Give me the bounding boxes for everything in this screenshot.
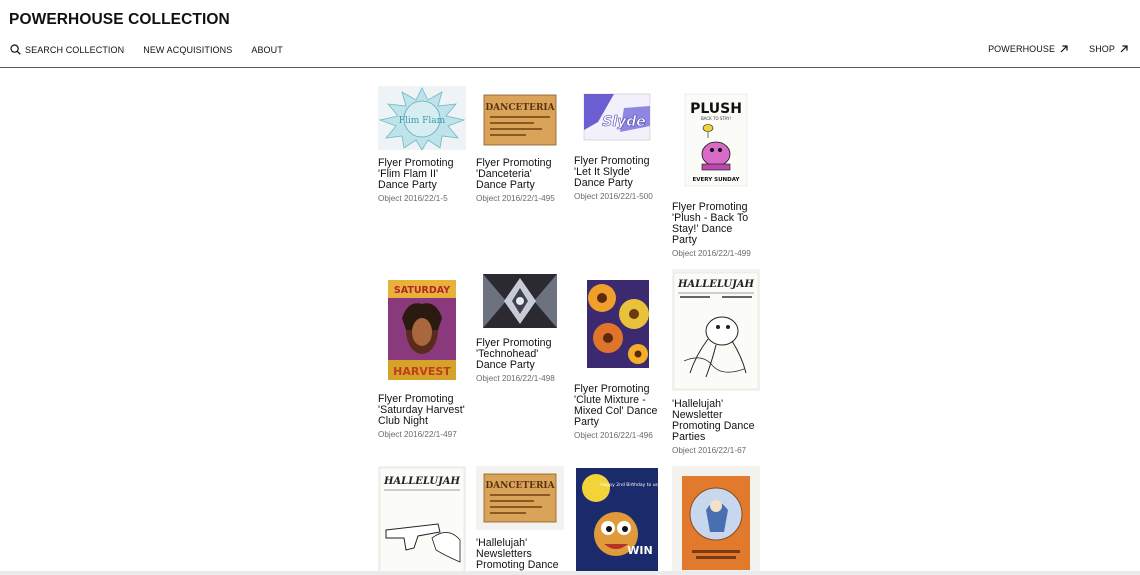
- arrow-up-right-icon: [1120, 45, 1128, 53]
- result-card[interactable]: HALLELUJAH: [378, 466, 466, 575]
- nav-label: POWERHOUSE: [988, 44, 1056, 54]
- thumb-text: PLUSH: [690, 101, 742, 117]
- thumb-text: Happy 2nd Birthday to us!: [600, 482, 660, 488]
- thumb-text: HARVEST: [393, 365, 451, 378]
- object-thumbnail[interactable]: PLUSH BACK TO STAY! EVERY SUNDAY: [672, 86, 760, 194]
- nav-powerhouse[interactable]: POWERHOUSE: [988, 44, 1068, 54]
- result-card[interactable]: HALLELUJAH 'Hallelujah' Newsletter Promo…: [672, 269, 760, 455]
- result-card[interactable]: Flim Flam Flyer Promoting 'Flim Flam II'…: [378, 86, 466, 203]
- header-divider: [0, 67, 1140, 68]
- object-title[interactable]: Flyer Promoting 'Saturday Harvest' Club …: [378, 394, 466, 427]
- thumb-text: EVERY SUNDAY: [693, 177, 741, 183]
- object-id: Object 2016/22/1-499: [672, 248, 751, 258]
- object-id: Object 2016/22/1-498: [476, 373, 555, 383]
- flyer-image: HALLELUJAH: [672, 269, 760, 391]
- object-title[interactable]: Flyer Promoting 'Plush - Back To Stay!' …: [672, 202, 760, 246]
- external-nav: POWERHOUSE SHOP: [967, 44, 1128, 54]
- viewport-edge: [0, 571, 1140, 575]
- result-card[interactable]: PLUSH BACK TO STAY! EVERY SUNDAY Flyer P…: [672, 86, 760, 258]
- result-card[interactable]: Flyer Promoting 'Clute Mixture - Mixed C…: [574, 274, 662, 440]
- flyer-image: Slyde: [574, 86, 662, 148]
- object-thumbnail[interactable]: DANCETERIA: [476, 466, 564, 530]
- object-id: Object 2016/22/1-67: [672, 445, 747, 455]
- thumb-text: SATURDAY: [394, 285, 450, 296]
- object-title[interactable]: 'Hallelujah' Newsletter Promoting Dance …: [672, 399, 760, 443]
- object-thumbnail[interactable]: DANCETERIA: [476, 86, 564, 150]
- thumb-text: HALLELUJAH: [383, 476, 461, 487]
- object-thumbnail[interactable]: SATURDAY HARVEST: [378, 274, 466, 386]
- object-title[interactable]: 'Hallelujah' Newsletters Promoting Dance…: [476, 538, 564, 575]
- flyer-image: PLUSH BACK TO STAY! EVERY SUNDAY: [672, 86, 760, 194]
- flyer-image: SATURDAY HARVEST: [378, 274, 466, 386]
- object-title[interactable]: Flyer Promoting 'Clute Mixture - Mixed C…: [574, 384, 662, 428]
- search-icon: [10, 44, 21, 55]
- result-card[interactable]: [672, 466, 760, 575]
- result-card[interactable]: DANCETERIA 'Hallelujah' Newsletters Prom…: [476, 466, 564, 575]
- object-thumbnail[interactable]: Happy 2nd Birthday to us! WIN: [574, 466, 662, 575]
- thumb-text: HALLELUJAH: [677, 279, 755, 290]
- object-id: Object 2016/22/1-495: [476, 193, 555, 203]
- nav-shop[interactable]: SHOP: [1089, 44, 1128, 54]
- object-thumbnail[interactable]: Flim Flam: [378, 86, 466, 150]
- nav-label: ABOUT: [251, 44, 283, 55]
- object-id: Object 2016/22/1-5: [378, 193, 448, 203]
- object-thumbnail[interactable]: HALLELUJAH: [672, 269, 760, 391]
- flyer-image: Happy 2nd Birthday to us! WIN: [574, 466, 662, 575]
- result-card[interactable]: Happy 2nd Birthday to us! WIN: [574, 466, 662, 575]
- nav-label: SEARCH COLLECTION: [25, 44, 125, 55]
- site-title[interactable]: POWERHOUSE COLLECTION: [9, 11, 230, 29]
- thumb-text: BACK TO STAY!: [701, 116, 731, 121]
- nav-label: SHOP: [1089, 44, 1115, 54]
- object-id: Object 2016/22/1-496: [574, 430, 653, 440]
- result-card[interactable]: DANCETERIA Flyer Promoting 'Danceteria' …: [476, 86, 564, 203]
- thumb-text: Flim Flam: [399, 116, 446, 126]
- object-thumbnail[interactable]: [574, 274, 662, 376]
- object-thumbnail[interactable]: [476, 274, 564, 330]
- nav-about[interactable]: ABOUT: [251, 45, 283, 55]
- result-card[interactable]: Flyer Promoting 'Technohead' Dance Party…: [476, 274, 564, 383]
- result-card[interactable]: Slyde Flyer Promoting 'Let It Slyde' Dan…: [574, 86, 662, 201]
- object-title[interactable]: Flyer Promoting 'Let It Slyde' Dance Par…: [574, 156, 662, 189]
- primary-nav: SEARCH COLLECTION NEW ACQUISITIONS ABOUT: [10, 44, 302, 55]
- object-title[interactable]: Flyer Promoting 'Technohead' Dance Party: [476, 338, 564, 371]
- flyer-image: [476, 274, 564, 330]
- object-title[interactable]: Flyer Promoting 'Flim Flam II' Dance Par…: [378, 158, 466, 191]
- flyer-image: [672, 466, 760, 575]
- nav-search-collection[interactable]: SEARCH COLLECTION: [10, 44, 124, 55]
- flyer-image: [574, 274, 662, 376]
- object-title[interactable]: Flyer Promoting 'Danceteria' Dance Party: [476, 158, 564, 191]
- object-id: Object 2016/22/1-500: [574, 191, 653, 201]
- result-card[interactable]: SATURDAY HARVEST Flyer Promoting 'Saturd…: [378, 274, 466, 439]
- object-thumbnail[interactable]: [672, 466, 760, 575]
- thumb-text: DANCETERIA: [485, 481, 555, 491]
- object-thumbnail[interactable]: HALLELUJAH: [378, 466, 466, 575]
- flyer-image: Flim Flam: [378, 86, 466, 150]
- object-thumbnail[interactable]: Slyde: [574, 86, 662, 148]
- flyer-image: HALLELUJAH: [378, 466, 466, 575]
- nav-label: NEW ACQUISITIONS: [143, 44, 233, 55]
- thumb-text: DANCETERIA: [485, 103, 555, 113]
- thumb-text: Slyde: [602, 114, 646, 130]
- flyer-image: DANCETERIA: [476, 466, 564, 530]
- arrow-up-right-icon: [1060, 45, 1068, 53]
- thumb-text: WIN: [627, 544, 652, 557]
- flyer-image: DANCETERIA: [476, 86, 564, 150]
- nav-new-acquisitions[interactable]: NEW ACQUISITIONS: [143, 45, 232, 55]
- object-id: Object 2016/22/1-497: [378, 429, 457, 439]
